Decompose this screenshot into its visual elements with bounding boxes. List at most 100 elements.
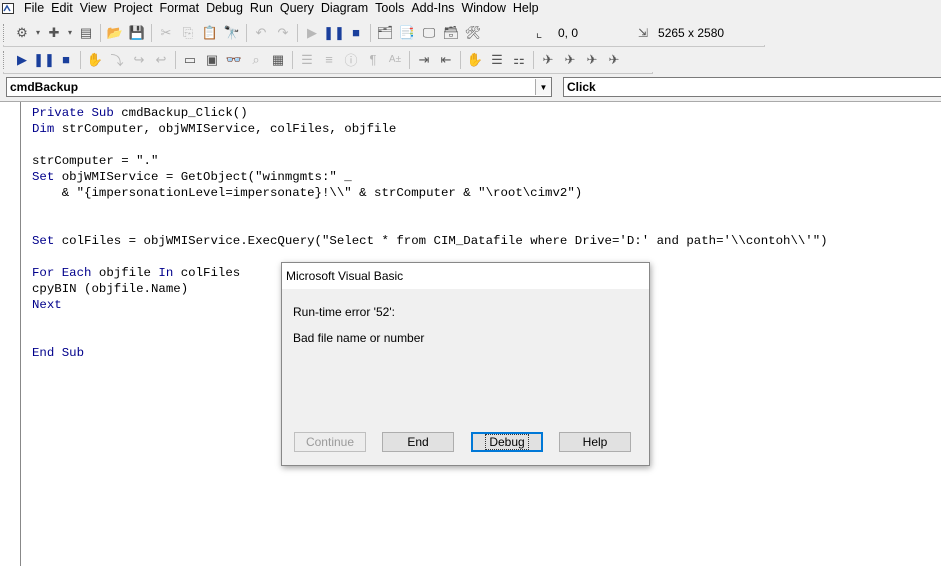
code-line[interactable]: Dim strComputer, objWMIService, colFiles… (32, 121, 828, 137)
separator (80, 50, 81, 69)
toggle-bookmark-icon[interactable]: ✈ (537, 50, 559, 70)
object-combo-value: cmdBackup (10, 80, 79, 94)
paste-icon[interactable]: 📋 (199, 23, 221, 43)
add-form-icon[interactable]: ✚ (43, 23, 65, 43)
step-into-icon[interactable]: ⤵ (106, 50, 128, 70)
uncomment-block-icon[interactable]: ⚏ (508, 50, 530, 70)
immediate-window-icon[interactable]: ▣ (201, 50, 223, 70)
toolbox-icon[interactable]: 🛠 (462, 23, 484, 43)
code-line[interactable] (32, 201, 828, 217)
dialog-title-bar: Microsoft Visual Basic (282, 263, 649, 289)
separator (409, 50, 410, 69)
code-token: strComputer, objWMIService, colFiles, ob… (61, 122, 397, 136)
menu-add-ins[interactable]: Add-Ins (408, 0, 457, 17)
call-stack-icon[interactable]: ▦ (267, 50, 289, 70)
menu-edit[interactable]: Edit (48, 0, 76, 17)
outdent-icon[interactable]: ⇤ (435, 50, 457, 70)
procedure-combo-value: Click (567, 80, 596, 94)
size-readout: 5265 x 2580 (658, 25, 725, 40)
menu-window[interactable]: Window (458, 0, 508, 17)
code-line[interactable] (32, 137, 828, 153)
code-line[interactable]: Private Sub cmdBackup_Click() (32, 105, 828, 121)
menu-format[interactable]: Format (156, 0, 202, 17)
code-line[interactable]: strComputer = "." (32, 153, 828, 169)
code-keyword: Set (32, 234, 62, 248)
break-icon[interactable]: ❚❚ (323, 23, 345, 43)
menu-help[interactable]: Help (510, 0, 542, 17)
dropdown-arrow-icon[interactable]: ▾ (33, 23, 43, 43)
continue-button-label: Continue (305, 435, 355, 449)
next-bookmark-icon[interactable]: ✈ (559, 50, 581, 70)
standard-toolbar: ⚙ ▾ ✚ ▾ ▤ 📂 💾 ✂ ⎘ 📋 🔭 ↶ ↷ ▶ ❚❚ ■ 🗂 📑 🖵 🗃… (0, 20, 941, 45)
complete-word-icon[interactable]: A± (384, 50, 406, 70)
locals-window-icon[interactable]: ▭ (179, 50, 201, 70)
redo-icon[interactable]: ↷ (272, 23, 294, 43)
breakpoint-toggle-icon[interactable]: ✋ (464, 50, 486, 70)
undo-icon[interactable]: ↶ (250, 23, 272, 43)
find-icon[interactable]: 🔭 (221, 23, 243, 43)
code-token: & "{impersonationLevel=impersonate}!\\" … (32, 186, 583, 200)
start-icon[interactable]: ▶ (301, 23, 323, 43)
properties-window-icon[interactable]: 📑 (396, 23, 418, 43)
project-explorer-icon[interactable]: 🗂 (374, 23, 396, 43)
list-properties-icon[interactable]: ☰ (296, 50, 318, 70)
indent-icon[interactable]: ⇥ (413, 50, 435, 70)
separator (100, 23, 101, 42)
comment-block-icon[interactable]: ☰ (486, 50, 508, 70)
toggle-breakpoint-icon[interactable]: ✋ (84, 50, 106, 70)
menu-file[interactable]: File (21, 0, 47, 17)
size-icon: ⇲ (637, 25, 649, 40)
copy-icon[interactable]: ⎘ (177, 23, 199, 43)
code-line[interactable] (32, 217, 828, 233)
step-over-icon[interactable]: ↪ (128, 50, 150, 70)
code-line[interactable]: & "{impersonationLevel=impersonate}!\\" … (32, 185, 828, 201)
code-keyword: Dim (32, 122, 62, 136)
watch-window-icon[interactable]: 👓 (223, 50, 245, 70)
dropdown-arrow-icon[interactable]: ▾ (65, 23, 75, 43)
form-layout-icon[interactable]: 🖵 (418, 23, 440, 43)
end-button[interactable]: End (382, 432, 454, 452)
clear-bookmarks-icon[interactable]: ✈ (603, 50, 625, 70)
pause-icon[interactable]: ❚❚ (33, 50, 55, 70)
separator (370, 23, 371, 42)
run-icon[interactable]: ▶ (11, 50, 33, 70)
toolbar-grip[interactable] (3, 50, 7, 69)
parameter-info-icon[interactable]: ¶ (362, 50, 384, 70)
open-project-icon[interactable]: 📂 (104, 23, 126, 43)
continue-button[interactable]: Continue (294, 432, 366, 452)
quick-info-icon[interactable]: ⓘ (340, 50, 362, 70)
margin-indicator-bar[interactable] (0, 102, 21, 566)
quick-watch-icon[interactable]: ⌕ (245, 50, 267, 70)
cut-icon[interactable]: ✂ (155, 23, 177, 43)
toolbar-grip[interactable] (3, 23, 7, 42)
chevron-down-icon[interactable]: ▼ (535, 79, 551, 95)
code-line[interactable]: Set colFiles = objWMIService.ExecQuery("… (32, 233, 828, 249)
add-project-icon[interactable]: ⚙ (11, 23, 33, 43)
menu-diagram[interactable]: Diagram (318, 0, 371, 17)
debug-button[interactable]: Debug (471, 432, 543, 452)
stop-icon[interactable]: ■ (55, 50, 77, 70)
list-constants-icon[interactable]: ≡ (318, 50, 340, 70)
code-line[interactable]: Set objWMIService = GetObject("winmgmts:… (32, 169, 828, 185)
menu-query[interactable]: Query (277, 0, 317, 17)
help-button[interactable]: Help (559, 432, 631, 452)
save-project-icon[interactable]: 💾 (126, 23, 148, 43)
menu-debug[interactable]: Debug (203, 0, 246, 17)
menu-view[interactable]: View (77, 0, 110, 17)
procedure-combo[interactable]: Click (563, 77, 941, 97)
debug-button-label: Debug (485, 434, 529, 450)
code-keyword: Private Sub (32, 106, 122, 120)
object-browser-icon[interactable]: 🗃 (440, 23, 462, 43)
menu-tools[interactable]: Tools (372, 0, 407, 17)
code-token: colFiles = objWMIService.ExecQuery("Sele… (61, 234, 828, 248)
code-keyword: For Each (32, 266, 99, 280)
previous-bookmark-icon[interactable]: ✈ (581, 50, 603, 70)
position-readout: 0, 0 (558, 25, 579, 40)
object-combo[interactable]: cmdBackup ▼ (6, 77, 552, 97)
menu-run[interactable]: Run (247, 0, 276, 17)
step-out-icon[interactable]: ↩ (150, 50, 172, 70)
menu-project[interactable]: Project (111, 0, 156, 17)
vb-app-icon[interactable] (1, 2, 15, 16)
end-icon[interactable]: ■ (345, 23, 367, 43)
menu-editor-icon[interactable]: ▤ (75, 23, 97, 43)
